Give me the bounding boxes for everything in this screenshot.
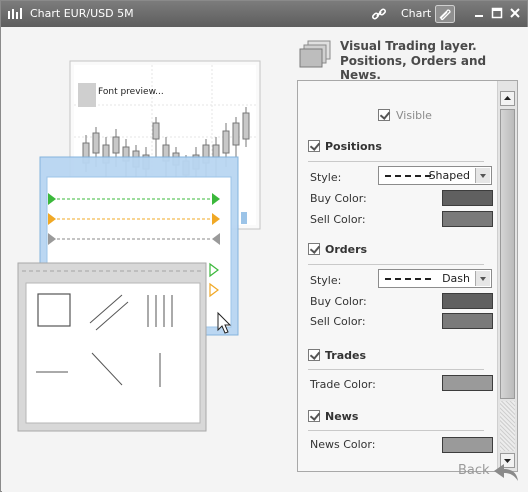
positions-sell-color-label: Sell Color:	[310, 213, 366, 226]
news-section-title: News	[325, 410, 359, 423]
panel-scrollbar[interactable]	[497, 81, 517, 471]
orders-buy-color-swatch[interactable]	[442, 293, 493, 309]
back-button[interactable]: Back	[458, 461, 528, 485]
orders-sell-color-label: Sell Color:	[310, 315, 366, 328]
layer-title: Visual Trading layer.	[340, 39, 477, 53]
scroll-up-button[interactable]	[500, 91, 515, 106]
positions-checkbox[interactable]	[308, 140, 320, 152]
visible-checkbox[interactable]	[378, 109, 390, 121]
orders-section-title: Orders	[325, 243, 368, 256]
chevron-down-icon[interactable]	[475, 271, 490, 286]
arrow-up-icon	[504, 96, 511, 100]
drawing-tools-card	[17, 262, 232, 432]
orders-sell-color-swatch[interactable]	[442, 313, 493, 329]
close-icon[interactable]	[509, 7, 521, 19]
settings-panel: Visible Positions Style: Shaped Buy Colo…	[297, 80, 518, 472]
positions-divider	[308, 161, 484, 162]
positions-style-select[interactable]: Shaped	[378, 166, 492, 185]
visible-label: Visible	[396, 109, 432, 122]
chart-app-icon	[8, 8, 22, 19]
scroll-thumb[interactable]	[500, 109, 515, 399]
positions-sell-color-swatch[interactable]	[442, 211, 493, 227]
news-color-swatch[interactable]	[442, 437, 493, 453]
positions-style-label: Style:	[310, 171, 342, 184]
layers-icon	[299, 40, 331, 68]
orders-checkbox[interactable]	[308, 243, 320, 255]
font-preview-text: Font preview...	[98, 87, 164, 97]
chevron-down-icon[interactable]	[475, 168, 490, 183]
positions-buy-color-swatch[interactable]	[442, 190, 493, 206]
window-title: Chart EUR/USD 5M	[30, 7, 134, 20]
title-bar: Chart EUR/USD 5M Chart	[1, 1, 527, 27]
settings-list: Visible Positions Style: Shaped Buy Colo…	[298, 81, 496, 471]
maximize-icon[interactable]	[491, 7, 503, 19]
news-divider	[308, 430, 484, 431]
orders-style-label: Style:	[310, 274, 342, 287]
scroll-track[interactable]	[500, 401, 515, 451]
trades-divider	[308, 369, 484, 370]
positions-style-value: Shaped	[428, 169, 470, 182]
layer-illustration: Font preview...	[17, 60, 261, 432]
minimize-icon[interactable]	[473, 7, 485, 19]
link-icon[interactable]	[371, 6, 387, 22]
news-checkbox[interactable]	[308, 410, 320, 422]
trades-checkbox[interactable]	[308, 349, 320, 361]
shaped-line-sample	[385, 175, 431, 177]
news-color-label: News Color:	[310, 438, 376, 451]
trade-color-label: Trade Color:	[310, 378, 376, 391]
dash-line-sample	[385, 278, 431, 280]
positions-section-title: Positions	[325, 140, 382, 153]
font-preview-swatch	[78, 83, 96, 107]
layer-subtitle: Positions, Orders and News.	[340, 54, 487, 82]
positions-buy-color-label: Buy Color:	[310, 192, 367, 205]
chart-settings-window: Chart EUR/USD 5M Chart Font preview... V…	[0, 0, 528, 492]
orders-style-value: Dash	[442, 272, 470, 285]
content-area: Font preview... Visual Trading layer. Po…	[2, 27, 528, 492]
orders-divider	[308, 264, 484, 265]
back-arrow-icon	[494, 464, 518, 481]
orders-style-select[interactable]: Dash	[378, 269, 492, 288]
chart-menu-label[interactable]: Chart	[401, 7, 431, 20]
attach-icon[interactable]	[435, 5, 455, 23]
back-label: Back	[458, 463, 490, 478]
orders-buy-color-label: Buy Color:	[310, 295, 367, 308]
trade-color-swatch[interactable]	[442, 375, 493, 391]
trades-section-title: Trades	[325, 349, 367, 362]
